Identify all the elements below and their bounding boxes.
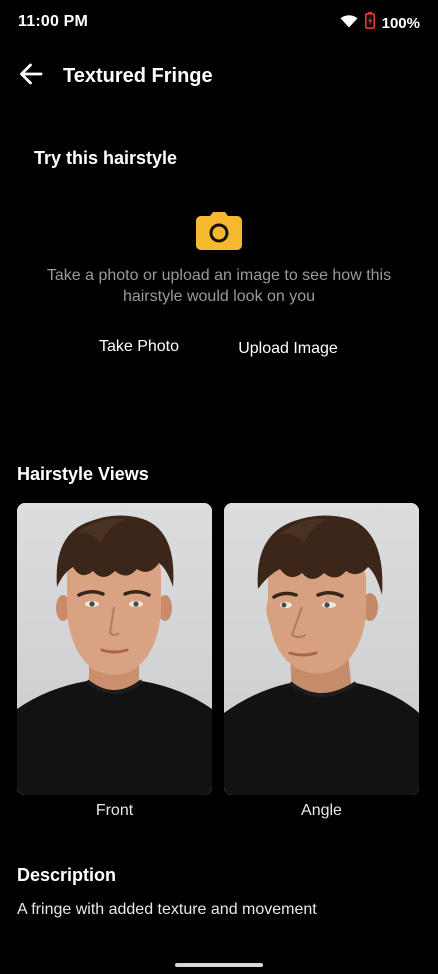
try-hairstyle-card: Try this hairstyle Take a photo or uploa… [17, 130, 421, 380]
description-heading: Description [17, 865, 117, 885]
battery-icon [364, 12, 375, 34]
hairstyle-front-image[interactable] [17, 503, 212, 795]
arrow-left-icon [19, 63, 43, 90]
description-text: A fringe with added texture and movement [17, 901, 317, 918]
hairstyle-views-heading: Hairstyle Views [17, 464, 149, 484]
app-bar: Textured Fringe [0, 54, 438, 98]
page-title: Textured Fringe [63, 65, 213, 87]
try-hairstyle-description: Take a photo or upload an image to see h… [46, 267, 392, 305]
status-time: 11:00 PM [18, 13, 89, 30]
wifi-icon [340, 14, 358, 33]
home-indicator[interactable] [175, 963, 263, 967]
try-hairstyle-title: Try this hairstyle [34, 148, 178, 168]
status-icons: 100% [340, 12, 420, 34]
take-photo-button[interactable]: Take Photo [89, 333, 189, 361]
angle-view-label: Angle [301, 802, 342, 819]
front-view-label: Front [95, 802, 134, 819]
camera-icon [196, 212, 242, 250]
upload-image-button[interactable]: Upload Image [227, 335, 349, 363]
battery-percent: 100% [381, 14, 420, 32]
back-button[interactable] [14, 60, 48, 92]
status-bar: 11:00 PM 100% [0, 0, 438, 44]
hairstyle-angle-image[interactable] [224, 503, 419, 795]
